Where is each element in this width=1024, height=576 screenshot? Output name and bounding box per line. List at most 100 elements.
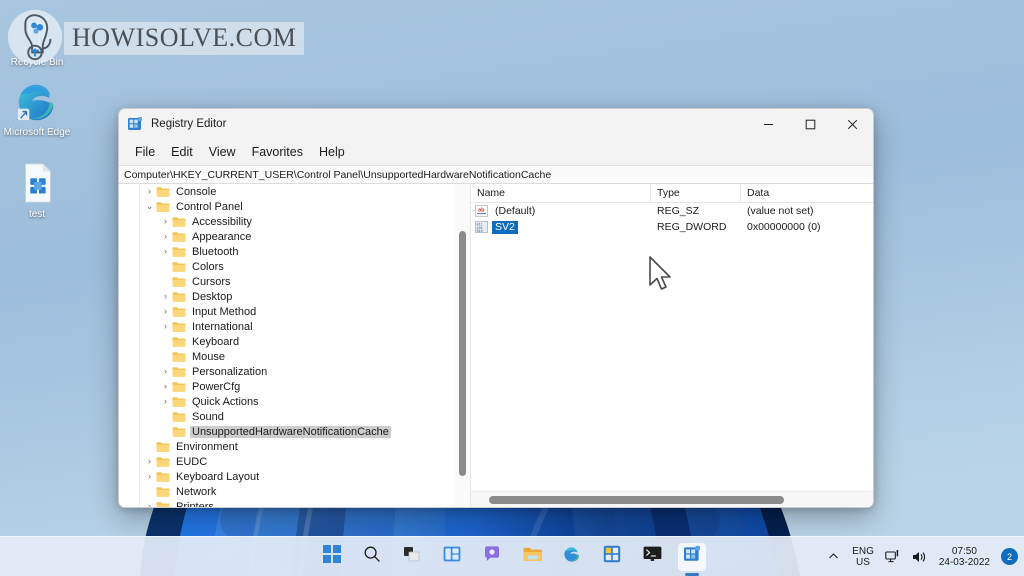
registry-tree-node[interactable]: Environment (119, 439, 470, 454)
tree-node-label: Appearance (192, 230, 252, 243)
store-icon (603, 545, 621, 568)
folder-icon (156, 456, 170, 467)
registry-tree-node[interactable]: Keyboard (119, 334, 470, 349)
tree-node-label: Accessibility (192, 215, 252, 228)
address-bar[interactable]: Computer\HKEY_CURRENT_USER\Control Panel… (119, 165, 873, 184)
tree-expand-chevron-icon[interactable]: › (159, 394, 172, 409)
registry-tree-node[interactable]: › Bluetooth (119, 244, 470, 259)
tree-expand-chevron-icon[interactable]: › (159, 214, 172, 229)
tree-vertical-scrollbar[interactable] (455, 184, 470, 507)
tree-expand-chevron-icon[interactable]: › (143, 454, 156, 469)
registry-tree-node[interactable]: ⌄ Control Panel (119, 199, 470, 214)
window-titlebar[interactable]: Registry Editor (119, 109, 873, 139)
menu-view[interactable]: View (202, 143, 243, 161)
maximize-button[interactable] (789, 109, 831, 139)
registry-tree-node[interactable]: › Printers (119, 499, 470, 507)
tree-expand-chevron-icon[interactable]: › (159, 364, 172, 379)
folder-icon (156, 486, 170, 497)
close-button[interactable] (831, 109, 873, 139)
tree-expand-chevron-icon[interactable]: › (159, 244, 172, 259)
windows-start-icon (323, 545, 341, 568)
tree-node-label: Printers (176, 500, 214, 508)
tree-expand-chevron-icon[interactable]: › (159, 379, 172, 394)
taskbar-button-widgets[interactable] (438, 543, 466, 571)
tree-expand-chevron-icon[interactable]: › (159, 289, 172, 304)
registry-tree-pane[interactable]: › Console ⌄ Control Panel › Accessibility › App… (119, 184, 471, 507)
registry-tree-node[interactable]: › Quick Actions (119, 394, 470, 409)
column-header-data[interactable]: Data (741, 184, 873, 202)
value-name-cell: ab (Default) (471, 205, 651, 218)
desktop-icon-test-reg-file[interactable]: test (2, 160, 72, 221)
registry-tree-node[interactable]: Network (119, 484, 470, 499)
folder-icon (172, 381, 186, 392)
window-panes: › Console ⌄ Control Panel › Accessibility › App… (119, 184, 873, 507)
column-header-type[interactable]: Type (651, 184, 741, 202)
taskbar-button-search[interactable] (358, 543, 386, 571)
registry-tree-node[interactable]: Mouse (119, 349, 470, 364)
registry-tree-node[interactable]: › Keyboard Layout (119, 469, 470, 484)
tree-node-label: Bluetooth (192, 245, 239, 258)
taskbar-button-file-explorer[interactable] (518, 543, 546, 571)
speaker-icon[interactable] (912, 549, 928, 565)
taskbar-button-terminal[interactable] (638, 543, 666, 571)
desktop-icon-edge[interactable]: Microsoft Edge (2, 78, 72, 139)
values-horizontal-scrollbar[interactable] (471, 491, 873, 507)
menu-edit[interactable]: Edit (164, 143, 200, 161)
menu-help[interactable]: Help (312, 143, 352, 161)
task-view-icon (403, 545, 421, 568)
registry-tree-node[interactable]: › Accessibility (119, 214, 470, 229)
column-header-name[interactable]: Name (471, 184, 651, 202)
registry-tree-node[interactable]: › EUDC (119, 454, 470, 469)
folder-icon (172, 276, 186, 287)
taskbar-button-windows-start[interactable] (318, 543, 346, 571)
registry-tree-node[interactable]: › Input Method (119, 304, 470, 319)
minimize-icon (763, 123, 773, 125)
registry-tree-node[interactable]: › Desktop (119, 289, 470, 304)
taskbar-button-store[interactable] (598, 543, 626, 571)
tree-expand-chevron-icon[interactable]: › (159, 319, 172, 334)
registry-value-row[interactable]: ab (Default) REG_SZ (value not set) (471, 203, 873, 219)
edge-icon (17, 84, 54, 121)
registry-tree-node[interactable]: › International (119, 319, 470, 334)
regedit-icon (683, 545, 701, 568)
value-data: 0x00000000 (0) (747, 221, 821, 233)
tree-node-label: EUDC (176, 455, 208, 468)
registry-tree-node[interactable]: › Appearance (119, 229, 470, 244)
tree-scrollbar-thumb[interactable] (459, 231, 466, 476)
registry-tree-node[interactable]: Colors (119, 259, 470, 274)
taskbar-button-chat[interactable] (478, 543, 506, 571)
registry-tree-node[interactable]: › Console (119, 184, 470, 199)
notification-badge[interactable]: 2 (1001, 548, 1018, 565)
taskbar: ENG US 07:50 24-03-2022 2 (0, 536, 1024, 576)
registry-tree-node[interactable]: › Personalization (119, 364, 470, 379)
tree-expand-chevron-icon[interactable]: › (159, 229, 172, 244)
taskbar-button-task-view[interactable] (398, 543, 426, 571)
maximize-icon (805, 119, 815, 129)
values-scrollbar-thumb[interactable] (489, 496, 784, 504)
registry-tree-node[interactable]: Cursors (119, 274, 470, 289)
menu-file[interactable]: File (128, 143, 162, 161)
tree-node-label: Sound (192, 410, 224, 423)
clock-date: 24-03-2022 (938, 556, 990, 568)
registry-tree: › Console ⌄ Control Panel › Accessibility › App… (119, 184, 470, 507)
taskbar-button-edge[interactable] (558, 543, 586, 571)
registry-value-row[interactable]: 011 101 010 SV2 REG_DWORD 0x00000000 (0) (471, 219, 873, 235)
tree-expand-chevron-icon[interactable]: › (143, 499, 156, 507)
minimize-button[interactable] (747, 109, 789, 139)
registry-values-pane[interactable]: Name Type Data ab (Default) REG_SZ (value n… (471, 184, 873, 507)
taskbar-button-regedit[interactable] (678, 542, 706, 571)
tree-node-label: Environment (176, 440, 238, 453)
tree-expand-chevron-icon[interactable]: › (143, 469, 156, 484)
registry-tree-node[interactable]: UnsupportedHardwareNotificationCache (119, 424, 470, 439)
chevron-up-icon[interactable] (825, 549, 841, 565)
menu-favorites[interactable]: Favorites (245, 143, 310, 161)
language-indicator[interactable]: ENG US (852, 546, 874, 568)
tree-expand-chevron-icon[interactable]: › (159, 304, 172, 319)
registry-tree-node[interactable]: › PowerCfg (119, 379, 470, 394)
clock[interactable]: 07:50 24-03-2022 (939, 546, 990, 568)
network-icon[interactable] (885, 549, 901, 565)
registry-tree-node[interactable]: Sound (119, 409, 470, 424)
tree-node-label: PowerCfg (192, 380, 241, 393)
tree-expand-chevron-icon[interactable]: ⌄ (143, 199, 156, 214)
tree-expand-chevron-icon[interactable]: › (143, 184, 156, 199)
